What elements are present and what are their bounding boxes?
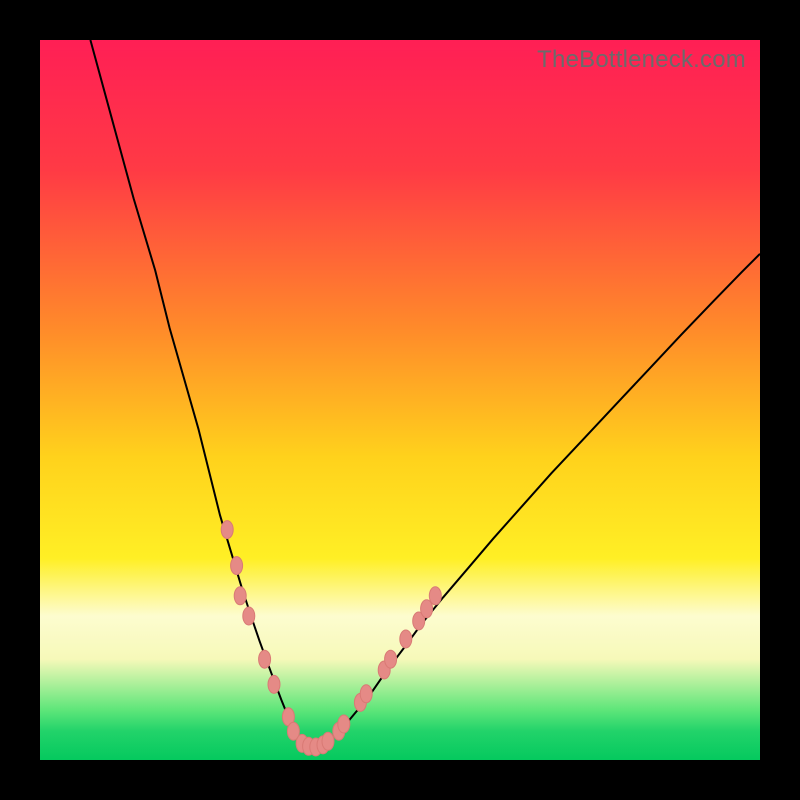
curve-markers [221, 521, 441, 756]
curve-marker [234, 587, 246, 605]
plot-area: TheBottleneck.com [40, 40, 760, 760]
curve-marker [429, 587, 441, 605]
curve-marker [400, 630, 412, 648]
curve-marker [385, 650, 397, 668]
curve-marker [231, 557, 243, 575]
curve-marker [338, 715, 350, 733]
curve-marker [259, 650, 271, 668]
curve-marker [268, 675, 280, 693]
curve-marker [360, 685, 372, 703]
bottleneck-curve [90, 40, 760, 749]
chart-frame: TheBottleneck.com [0, 0, 800, 800]
chart-svg [40, 40, 760, 760]
curve-marker [322, 732, 334, 750]
curve-marker [243, 607, 255, 625]
curve-marker [221, 521, 233, 539]
